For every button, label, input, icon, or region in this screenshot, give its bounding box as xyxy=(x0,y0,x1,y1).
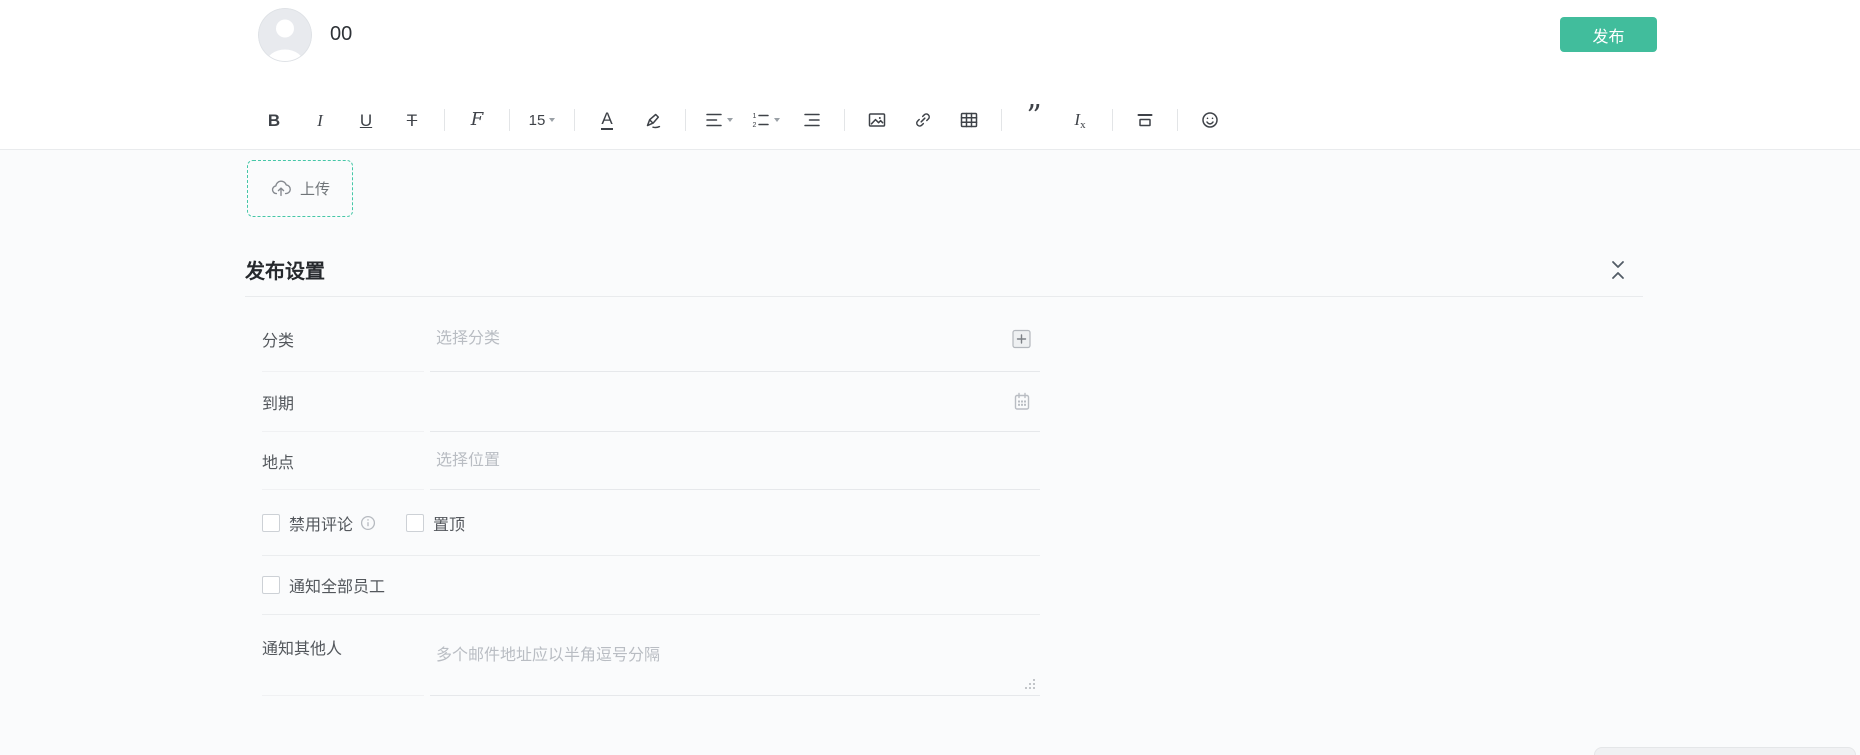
editor-header: 00 发布 B I U T F 15 A xyxy=(0,0,1860,150)
publish-button[interactable]: 发布 xyxy=(1560,17,1657,52)
bold-icon[interactable]: B xyxy=(260,106,288,134)
font-color-icon[interactable]: A xyxy=(593,106,621,134)
font-size-dropdown[interactable]: 15 xyxy=(528,106,556,134)
emoji-icon[interactable] xyxy=(1196,106,1224,134)
publish-settings-title: 发布设置 xyxy=(245,255,325,284)
user-placeholder-icon xyxy=(258,8,312,62)
info-icon[interactable] xyxy=(360,515,376,531)
disable-comments-label: 禁用评论 xyxy=(289,511,353,535)
align-left-dropdown[interactable] xyxy=(704,106,733,134)
align-right-icon[interactable] xyxy=(798,106,826,134)
strikethrough-icon[interactable]: T xyxy=(398,106,426,134)
disable-comments-checkbox[interactable] xyxy=(262,514,280,532)
toolbar-divider xyxy=(685,109,686,131)
chevron-down-icon xyxy=(549,118,555,122)
underline-icon[interactable]: U xyxy=(352,106,380,134)
publish-settings-header: 发布设置 xyxy=(245,255,1643,297)
corner-widget[interactable] xyxy=(1594,747,1856,755)
avatar xyxy=(258,8,312,62)
resize-grip-icon[interactable] xyxy=(1024,678,1036,690)
comment-options-row: 禁用评论 置顶 xyxy=(262,490,1040,556)
notify-all-checkbox[interactable] xyxy=(262,576,280,594)
svg-text:2: 2 xyxy=(753,122,757,129)
align-left-icon xyxy=(704,110,724,130)
toolbar-divider xyxy=(444,109,445,131)
notify-all-group: 通知全部员工 xyxy=(262,573,385,597)
font-family-icon[interactable]: F xyxy=(463,106,491,134)
location-label: 地点 xyxy=(262,432,424,490)
insert-table-icon[interactable] xyxy=(955,106,983,134)
clear-format-icon[interactable]: Ix xyxy=(1066,106,1094,134)
disable-comments-group: 禁用评论 xyxy=(262,511,376,535)
expiry-label: 到期 xyxy=(262,372,424,432)
highlight-pen-icon[interactable] xyxy=(639,106,667,134)
formatting-toolbar: B I U T F 15 A xyxy=(260,100,1224,140)
notify-all-label: 通知全部员工 xyxy=(289,573,385,597)
upload-button[interactable]: 上传 xyxy=(247,160,353,217)
cloud-upload-icon xyxy=(270,178,292,200)
italic-icon[interactable]: I xyxy=(306,106,334,134)
blockquote-icon[interactable]: ” xyxy=(1020,106,1048,134)
svg-text:1: 1 xyxy=(753,113,757,120)
location-row: 地点 xyxy=(262,432,1040,490)
content-area: 上传 发布设置 分类 xyxy=(0,151,1860,755)
expiry-field xyxy=(430,372,1040,432)
pin-group: 置顶 xyxy=(406,511,465,535)
toolbar-divider xyxy=(509,109,510,131)
notify-others-label: 通知其他人 xyxy=(262,615,424,696)
notify-others-field xyxy=(430,615,1040,696)
category-label: 分类 xyxy=(262,306,424,372)
toolbar-divider xyxy=(574,109,575,131)
publish-settings-form: 分类 到期 xyxy=(262,306,1040,696)
ordered-list-dropdown[interactable]: 1 2 xyxy=(751,106,780,134)
expiry-row: 到期 xyxy=(262,372,1040,432)
add-category-icon[interactable] xyxy=(1011,328,1032,349)
calendar-icon[interactable] xyxy=(1012,391,1032,413)
insert-divider-icon[interactable] xyxy=(1131,106,1159,134)
pin-label: 置顶 xyxy=(433,511,465,535)
pin-checkbox[interactable] xyxy=(406,514,424,532)
post-editor-page: 00 发布 B I U T F 15 A xyxy=(0,0,1860,755)
chevron-down-icon xyxy=(774,118,780,122)
font-size-value: 15 xyxy=(529,112,546,129)
toolbar-divider xyxy=(1177,109,1178,131)
ordered-list-icon: 1 2 xyxy=(751,110,771,130)
category-field xyxy=(430,306,1040,372)
toolbar-divider xyxy=(844,109,845,131)
upload-label: 上传 xyxy=(300,178,330,199)
category-input[interactable] xyxy=(430,330,1040,348)
notify-others-row: 通知其他人 xyxy=(262,615,1040,696)
collapse-icon[interactable] xyxy=(1609,256,1627,284)
chevron-down-icon xyxy=(727,118,733,122)
toolbar-divider xyxy=(1001,109,1002,131)
insert-image-icon[interactable] xyxy=(863,106,891,134)
toolbar-divider xyxy=(1112,109,1113,131)
insert-link-icon[interactable] xyxy=(909,106,937,134)
location-input[interactable] xyxy=(430,452,1040,470)
location-field xyxy=(430,432,1040,490)
post-title: 00 xyxy=(330,23,352,46)
notify-others-input[interactable] xyxy=(430,615,1040,695)
expiry-input[interactable] xyxy=(430,393,1040,411)
category-row: 分类 xyxy=(262,306,1040,372)
notify-all-row: 通知全部员工 xyxy=(262,556,1040,615)
